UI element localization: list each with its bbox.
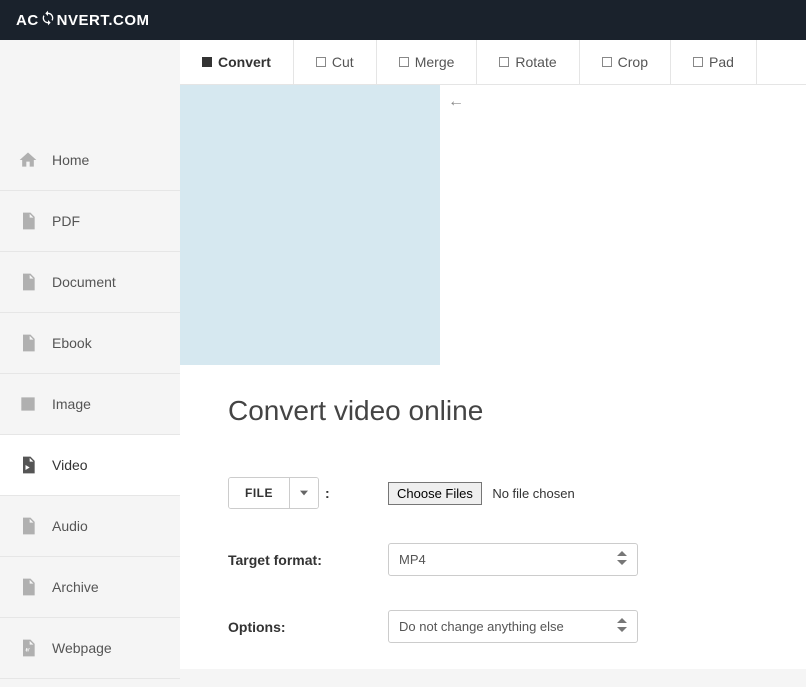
sidebar-item-label: Document [52,274,116,290]
checkbox-icon [316,57,326,67]
sidebar-item-label: Video [52,457,88,473]
sidebar-item-label: Ebook [52,335,92,351]
tab-cut[interactable]: Cut [294,40,377,84]
options-label: Options: [228,619,388,635]
file-source-text: FILE [229,478,289,508]
row-file: FILE : Choose Files No file chosen [228,477,766,509]
file-source-dropdown[interactable]: FILE [228,477,319,509]
target-format-label: Target format: [228,552,388,568]
tab-label: Pad [709,54,734,70]
ad-block [180,85,440,365]
sidebar-item-image[interactable]: Image [0,374,180,435]
image-icon [18,394,38,414]
tab-label: Cut [332,54,354,70]
sidebar-item-audio[interactable]: Audio [0,496,180,557]
tabs: Convert Cut Merge Rotate Crop Pad [180,40,806,85]
checkbox-icon [693,57,703,67]
sidebar: Home PDF Document Ebook Image Video Audi… [0,40,180,669]
checkbox-icon [602,57,612,67]
sidebar-item-label: Home [52,152,89,168]
sort-icon [617,551,627,568]
tab-pad[interactable]: Pad [671,40,757,84]
ebook-icon [18,333,38,353]
tab-rotate[interactable]: Rotate [477,40,579,84]
target-format-select[interactable]: MP4 [388,543,638,576]
tab-label: Rotate [515,54,556,70]
archive-icon [18,577,38,597]
tab-crop[interactable]: Crop [580,40,671,84]
tab-label: Crop [618,54,648,70]
sidebar-item-document[interactable]: Document [0,252,180,313]
sidebar-item-ebook[interactable]: Ebook [0,313,180,374]
logo[interactable]: AC NVERT.COM [16,10,150,30]
audio-icon [18,516,38,536]
logo-text-right: NVERT.COM [57,12,150,29]
sidebar-item-label: PDF [52,213,80,229]
page-title: Convert video online [228,395,766,427]
main: Convert Cut Merge Rotate Crop Pad ← Conv… [180,40,806,669]
sidebar-item-home[interactable]: Home [0,130,180,191]
pdf-icon [18,211,38,231]
file-source-label: FILE : [228,477,388,509]
colon: : [325,485,330,501]
arrow-left-icon[interactable]: ← [440,85,472,365]
file-status-text: No file chosen [492,486,574,501]
row-target-format: Target format: MP4 [228,543,766,576]
sidebar-item-pdf[interactable]: PDF [0,191,180,252]
caret-down-icon [289,478,318,508]
target-format-value: MP4 [399,552,426,567]
options-value: Do not change anything else [399,619,564,634]
home-icon [18,150,38,170]
file-control: Choose Files No file chosen [388,482,766,505]
sort-icon [617,618,627,635]
checkbox-icon [499,57,509,67]
checkbox-icon [202,57,212,67]
sidebar-item-archive[interactable]: Archive [0,557,180,618]
tab-label: Merge [415,54,455,70]
tab-label: Convert [218,54,271,70]
tab-convert[interactable]: Convert [180,40,294,84]
content: Convert video online FILE : Choose Files… [180,365,806,687]
video-icon [18,455,38,475]
webpage-icon [18,638,38,658]
sidebar-item-label: Audio [52,518,88,534]
sidebar-item-video[interactable]: Video [0,435,180,496]
choose-files-button[interactable]: Choose Files [388,482,482,505]
row-options: Options: Do not change anything else [228,610,766,643]
refresh-icon [40,10,56,30]
sidebar-item-label: Image [52,396,91,412]
tab-merge[interactable]: Merge [377,40,478,84]
document-icon [18,272,38,292]
sidebar-item-label: Webpage [52,640,112,656]
options-select[interactable]: Do not change anything else [388,610,638,643]
sidebar-item-label: Archive [52,579,99,595]
checkbox-icon [399,57,409,67]
header: AC NVERT.COM [0,0,806,40]
logo-text-left: AC [16,12,39,29]
sidebar-item-webpage[interactable]: Webpage [0,618,180,679]
ad-row: ← [180,85,806,365]
